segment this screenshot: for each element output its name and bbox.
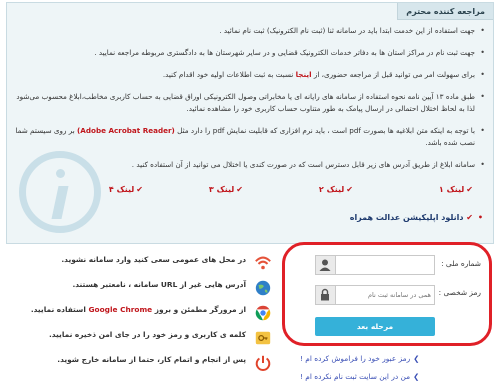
link-4[interactable]: ✔لینک ۴: [109, 185, 143, 194]
notice-list: جهت استفاده از این خدمت ابتدا باید در سا…: [15, 25, 485, 171]
lock-icon: [316, 286, 336, 304]
power-icon: [255, 355, 271, 371]
app-download-link[interactable]: • ✔ دانلود اپلیکیشن عدالت همراه: [350, 213, 483, 222]
security-tips: در محل های عمومی سعی کنید وارد سامانه نش…: [12, 252, 272, 377]
password-field[interactable]: [315, 285, 435, 305]
tip-item: آدرس هایی غیر از URL سامانه ، نامعتبر هس…: [12, 277, 272, 301]
login-form: شماره ملی : رمز شخصی : مرحله بعد: [282, 242, 492, 346]
key-icon: [255, 331, 271, 345]
not-registered-link[interactable]: ❯من در این سایت ثبت نام نکرده ام !: [300, 372, 419, 381]
tip-text: کلمه ی کاربری و رمز خود را در جای امن ذخ…: [48, 330, 246, 339]
tip-text: پس از انجام و اتمام کار، حتما از سامانه …: [57, 355, 246, 364]
notice-title: مراجعه کننده محترم: [397, 3, 493, 20]
link-2[interactable]: ✔لینک ۲: [319, 185, 353, 194]
tip-text: در محل های عمومی سعی کنید وارد سامانه نش…: [61, 255, 246, 264]
password-input[interactable]: [336, 286, 434, 304]
notice-item: طبق ماده ۱۳ آیین نامه نحوه استفاده از سا…: [15, 91, 485, 115]
national-code-field[interactable]: [315, 255, 435, 275]
register-here-link[interactable]: اینجا: [296, 70, 312, 79]
next-step-button[interactable]: مرحله بعد: [315, 317, 435, 336]
tip-item: از مرورگر مطمئن و بروز Google Chrome است…: [12, 302, 272, 326]
tip-item: پس از انجام و اتمام کار، حتما از سامانه …: [12, 352, 272, 376]
wifi-icon: [255, 256, 271, 270]
tip-text: آدرس هایی غیر از URL سامانه ، نامعتبر هس…: [72, 280, 246, 289]
link-3[interactable]: ✔لینک ۳: [209, 185, 243, 194]
user-icon: [316, 256, 336, 274]
globe-icon: [255, 280, 271, 296]
forgot-password-link[interactable]: ❯رمز عبور خود را فراموش کرده ام !: [300, 354, 419, 363]
tip-item: کلمه ی کاربری و رمز خود را در جای امن ذخ…: [12, 327, 272, 351]
notice-panel: مراجعه کننده محترم جهت استفاده از این خد…: [6, 2, 494, 244]
chrome-icon: [255, 305, 271, 321]
notice-item: برای سهولت امر می توانید قبل از مراجعه ح…: [15, 69, 485, 81]
notice-item: جهت استفاده از این خدمت ابتدا باید در سا…: [15, 25, 485, 37]
national-code-label: شماره ملی :: [441, 259, 481, 268]
national-code-input[interactable]: [336, 256, 434, 274]
tip-text: از مرورگر مطمئن و بروز Google Chrome است…: [30, 305, 246, 314]
tip-item: در محل های عمومی سعی کنید وارد سامانه نش…: [12, 252, 272, 276]
notice-item: سامانه ابلاغ از طریق آدرس های زیر قابل د…: [15, 159, 485, 171]
notice-item: جهت ثبت نام در مراکز استان ها به دفاتر خ…: [15, 47, 485, 59]
notice-item: با توجه به اینکه متن ابلاغیه ها بصورت pd…: [15, 125, 485, 149]
link-1[interactable]: ✔لینک ۱: [439, 185, 473, 194]
acrobat-reader-link[interactable]: (Adobe Acrobat Reader): [77, 126, 175, 135]
mirror-links: ✔لینک ۱ ✔لینک ۲ ✔لینک ۳ ✔لینک ۴: [23, 185, 473, 199]
password-label: رمز شخصی :: [438, 288, 481, 297]
